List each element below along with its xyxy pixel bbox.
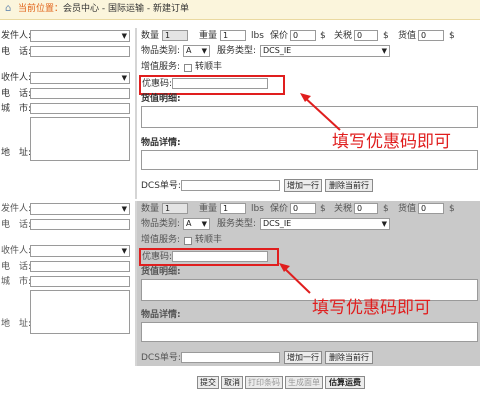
estimate-freight-button[interactable]: 估算运费 [325,376,365,389]
annotation-text-1: 填写优惠码即可 [332,132,451,152]
arrow-icon [300,93,341,131]
print-barcode-button[interactable]: 打印条码 [245,376,283,389]
annotation-text-2: 填写优惠码即可 [312,298,431,318]
submit-button[interactable]: 提交 [197,376,219,389]
cancel-button[interactable]: 取消 [221,376,243,389]
arrow-icon [279,263,311,294]
annotation-arrows [279,93,341,294]
generate-form-button[interactable]: 生成面单 [285,376,323,389]
